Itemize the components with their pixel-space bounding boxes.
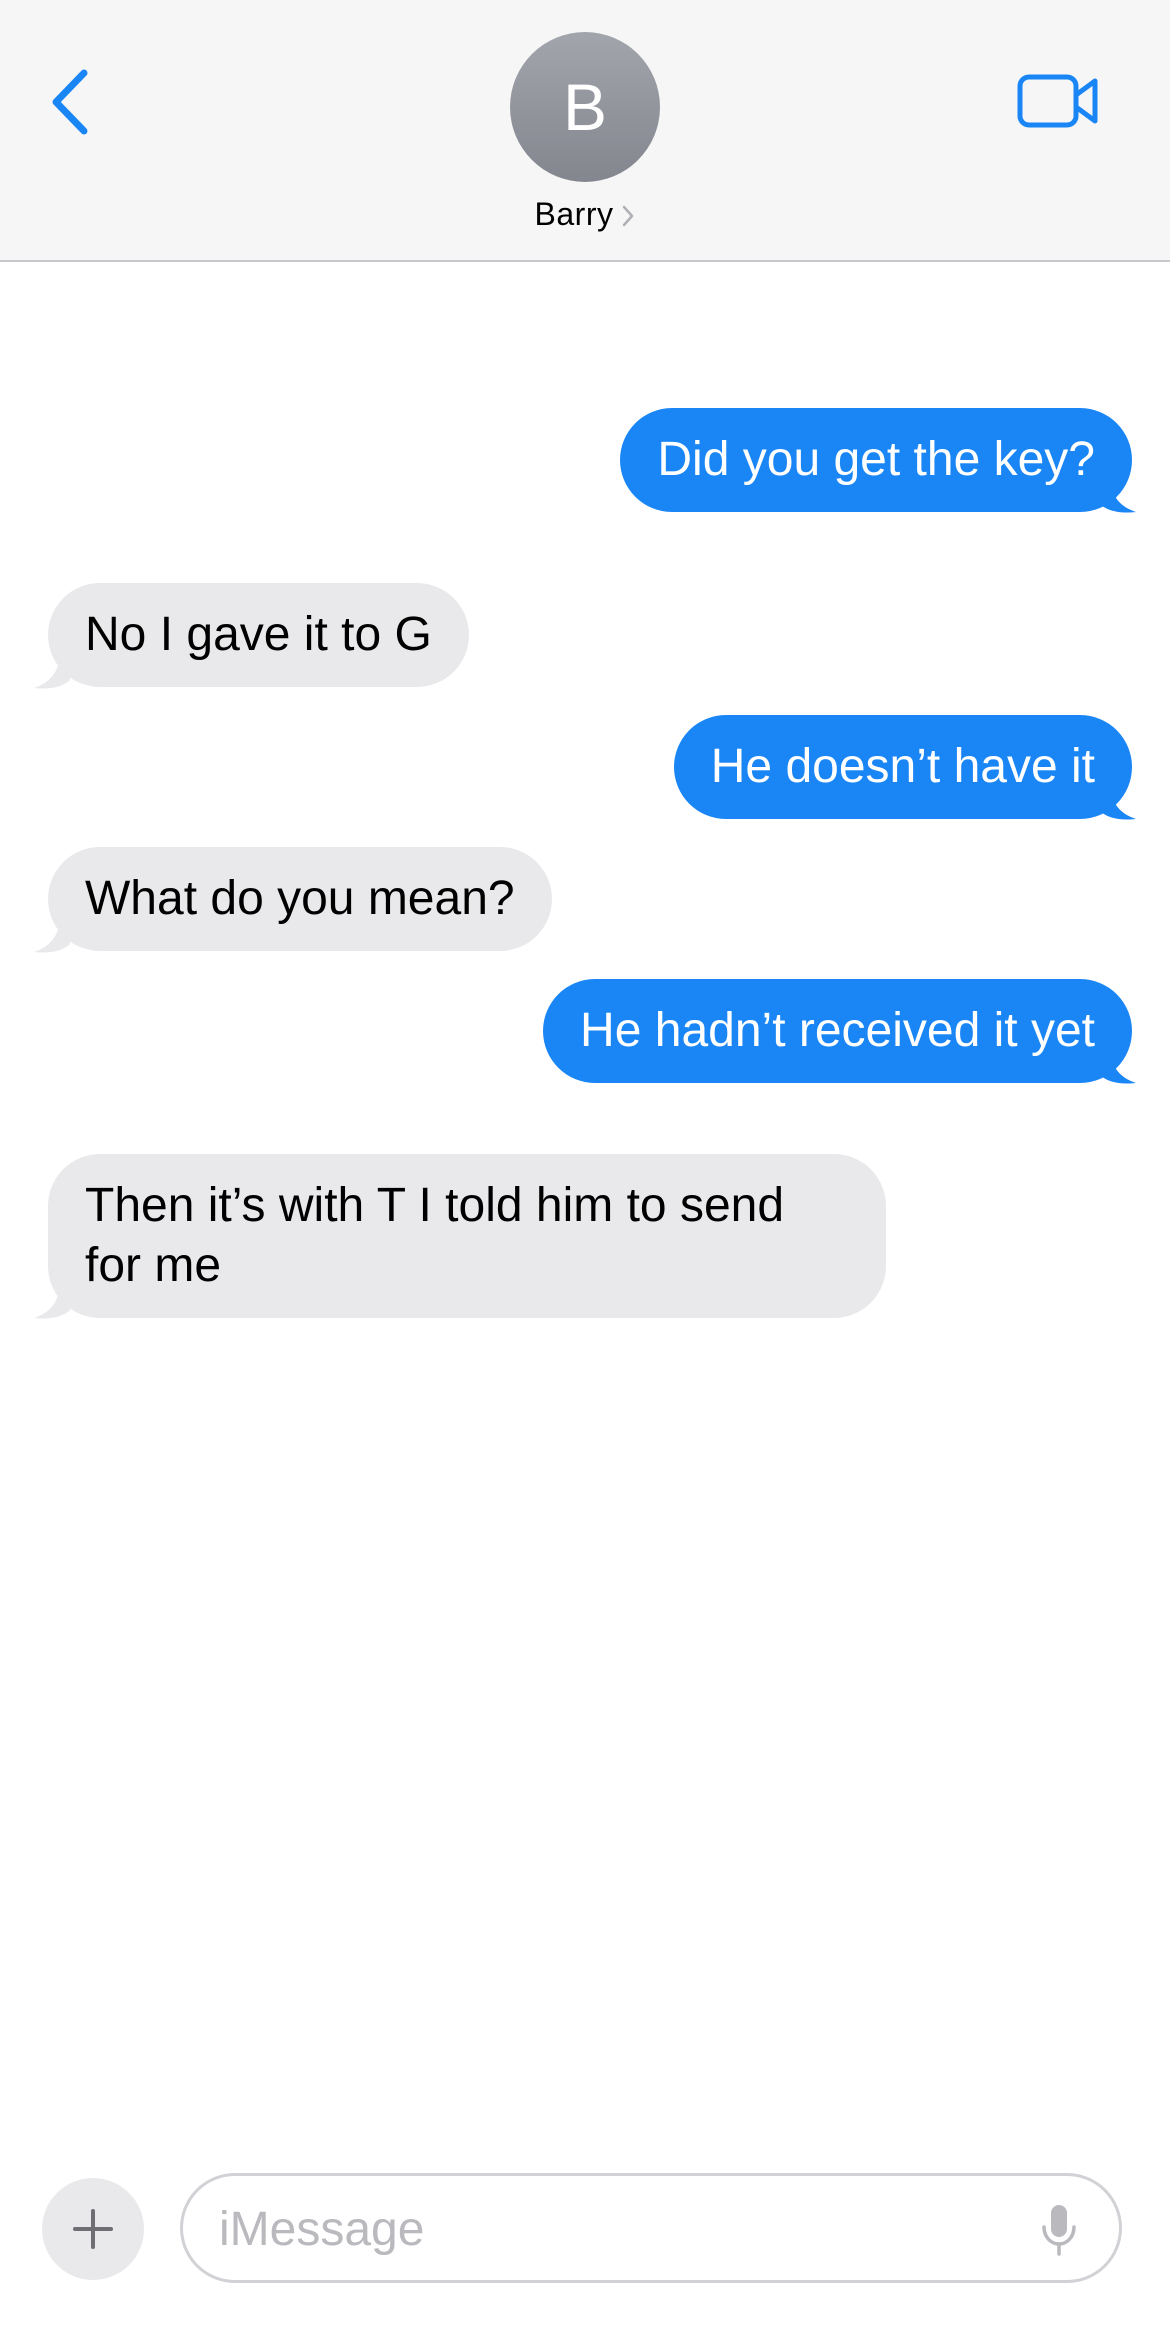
- message-text: He doesn’t have it: [710, 740, 1095, 793]
- bubble-tail-received: [34, 650, 70, 689]
- message-bubble-sent[interactable]: Did you get the key?: [620, 408, 1132, 512]
- message-bubble-received[interactable]: What do you mean?: [48, 847, 552, 951]
- contact-avatar[interactable]: B: [510, 32, 660, 182]
- message-bubble-received[interactable]: No I gave it to G: [48, 583, 469, 687]
- messages-screen: B Barry Did you get the key? No I gave i…: [0, 0, 1170, 2325]
- contact-name: Barry: [534, 196, 614, 232]
- message-text: Then it’s with T I told him to send for …: [85, 1179, 785, 1292]
- message-text: Did you get the key?: [657, 433, 1095, 486]
- chevron-left-icon: [52, 69, 88, 135]
- bubble-tail-sent: [1100, 1045, 1136, 1084]
- bubble-tail-received: [34, 1280, 70, 1319]
- message-input[interactable]: [219, 2196, 1019, 2262]
- message-bubble-sent[interactable]: He hadn’t received it yet: [543, 979, 1132, 1083]
- message-text: What do you mean?: [85, 872, 515, 925]
- bubble-tail-received: [34, 914, 70, 953]
- bubble-tail-sent: [1100, 474, 1136, 513]
- message-text: He hadn’t received it yet: [580, 1004, 1095, 1057]
- video-camera-icon: [1017, 74, 1098, 128]
- chevron-right-icon: [621, 204, 635, 228]
- plus-icon: [73, 2209, 113, 2249]
- message-bubble-sent[interactable]: He doesn’t have it: [673, 715, 1132, 819]
- avatar-initial: B: [562, 70, 608, 144]
- message-bubble-received[interactable]: Then it’s with T I told him to send for …: [48, 1154, 886, 1318]
- dictation-button[interactable]: [1039, 2202, 1079, 2258]
- microphone-icon: [1042, 2205, 1076, 2256]
- back-button[interactable]: [40, 64, 100, 140]
- message-input-container: [180, 2173, 1122, 2283]
- message-text: No I gave it to G: [85, 608, 432, 661]
- add-attachment-button[interactable]: [42, 2178, 144, 2280]
- video-call-button[interactable]: [1016, 72, 1100, 130]
- contact-name-button[interactable]: Barry: [0, 196, 1170, 233]
- bubble-tail-sent: [1100, 781, 1136, 820]
- conversation-header: B Barry: [0, 0, 1170, 262]
